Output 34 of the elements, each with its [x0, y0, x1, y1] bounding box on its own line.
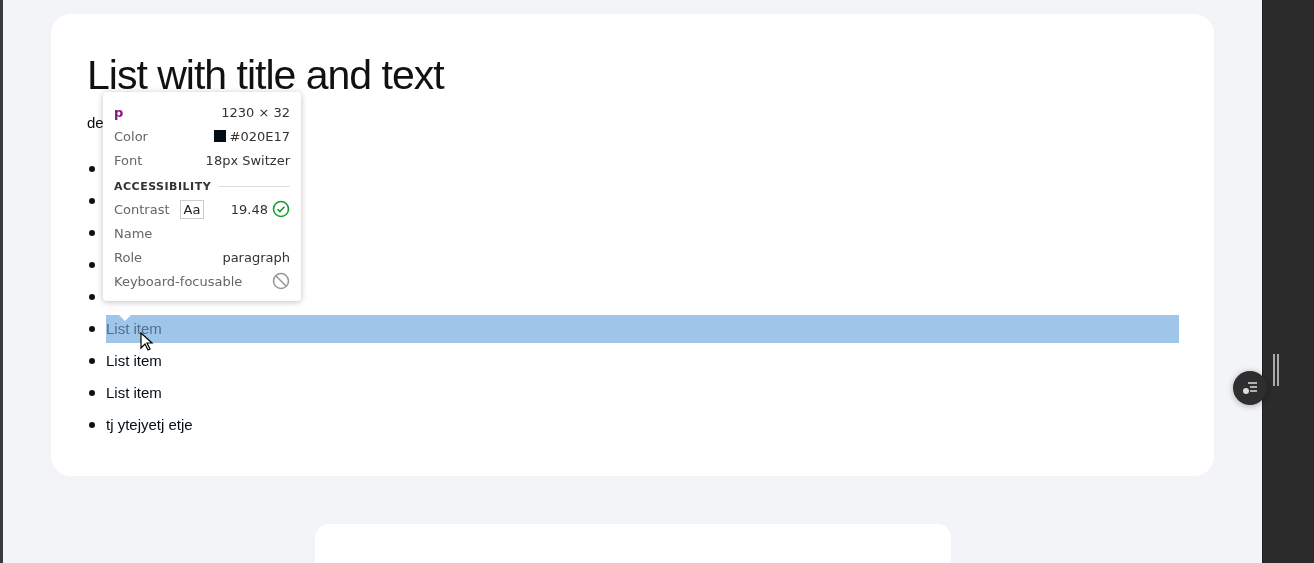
tooltip-pointer: [117, 313, 133, 321]
property-label: Keyboard-focusable: [114, 273, 243, 289]
description-text: de: [87, 114, 104, 131]
bullet-icon: [89, 390, 95, 396]
bullet-icon: [89, 294, 95, 300]
bullet-icon: [89, 326, 95, 332]
element-tag: p: [114, 104, 124, 120]
resize-handle-icon[interactable]: [1272, 354, 1280, 386]
property-label: Name: [114, 225, 153, 241]
list-item: tj ytejyetj etje: [106, 415, 193, 435]
list-item: List item: [106, 315, 1179, 343]
property-label: Color: [114, 128, 148, 144]
list-item: List item: [106, 383, 162, 403]
bullet-icon: [89, 358, 95, 364]
list-settings-icon: [1242, 381, 1258, 395]
property-value: 19.48: [230, 201, 268, 217]
cursor-icon: [140, 332, 154, 352]
contrast-sample: Aa: [179, 199, 205, 219]
section-heading: ACCESSIBILITY: [114, 180, 212, 193]
floating-button[interactable]: [1233, 371, 1267, 405]
property-label: Font: [114, 152, 143, 168]
bullet-icon: [89, 230, 95, 236]
bullet-icon: [89, 262, 95, 268]
property-value: 18px Switzer: [205, 152, 290, 168]
property-label: Role: [114, 249, 142, 265]
bullet-icon: [89, 166, 95, 172]
card-title: List with title and text: [87, 51, 446, 100]
property-label: Contrast: [114, 201, 170, 217]
property-value: paragraph: [222, 249, 290, 265]
bullet-icon: [89, 422, 95, 428]
element-size: 1230 × 32: [221, 104, 290, 120]
bullet-icon: [89, 198, 95, 204]
property-value: #020E17: [229, 128, 290, 144]
list-item: List item: [106, 351, 162, 371]
